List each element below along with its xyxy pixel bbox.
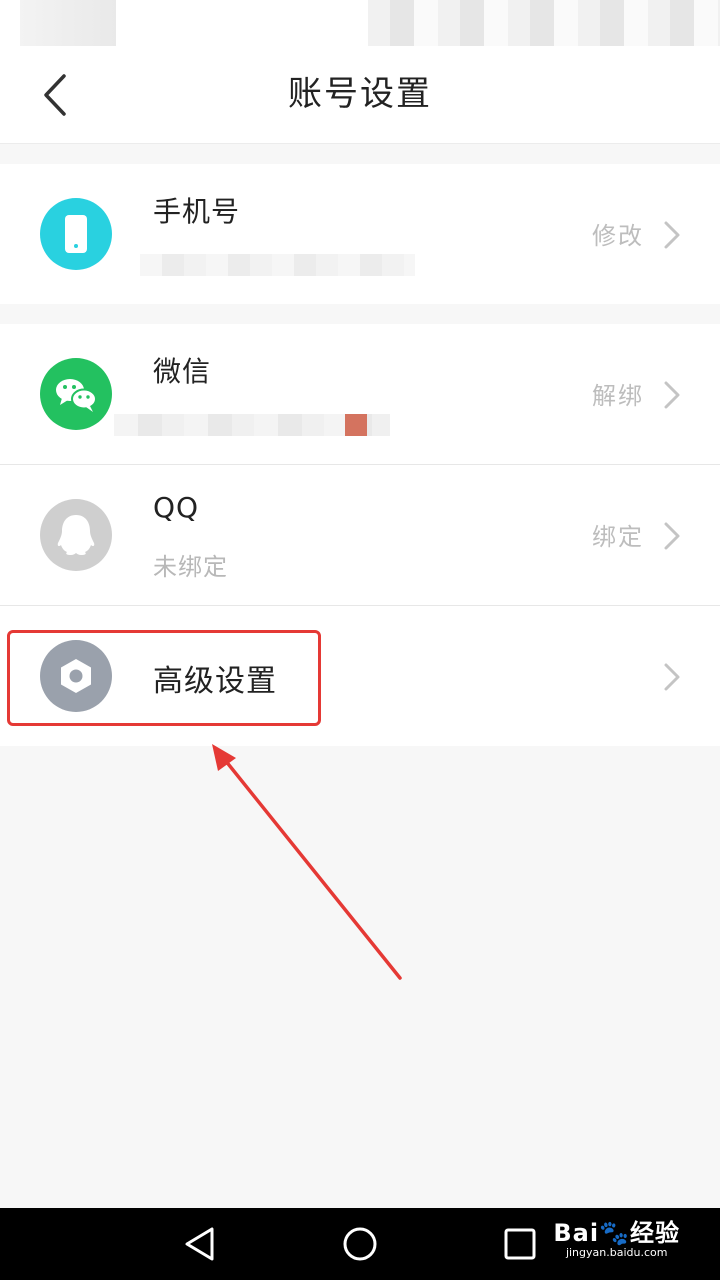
square-recents-icon (504, 1228, 536, 1260)
watermark-brand: Bai🐾经验 (553, 1219, 680, 1247)
watermark: Bai🐾经验 jingyan.baidu.com (553, 1220, 680, 1260)
nav-home-button[interactable] (340, 1224, 380, 1264)
nav-back-button[interactable] (180, 1224, 220, 1264)
nav-recents-button[interactable] (500, 1224, 540, 1264)
system-navigation-bar: Bai🐾经验 jingyan.baidu.com (0, 1208, 720, 1280)
circle-home-icon (343, 1227, 377, 1261)
annotation-arrow (212, 744, 402, 980)
triangle-back-icon (185, 1227, 214, 1261)
watermark-url: jingyan.baidu.com (565, 1246, 668, 1259)
